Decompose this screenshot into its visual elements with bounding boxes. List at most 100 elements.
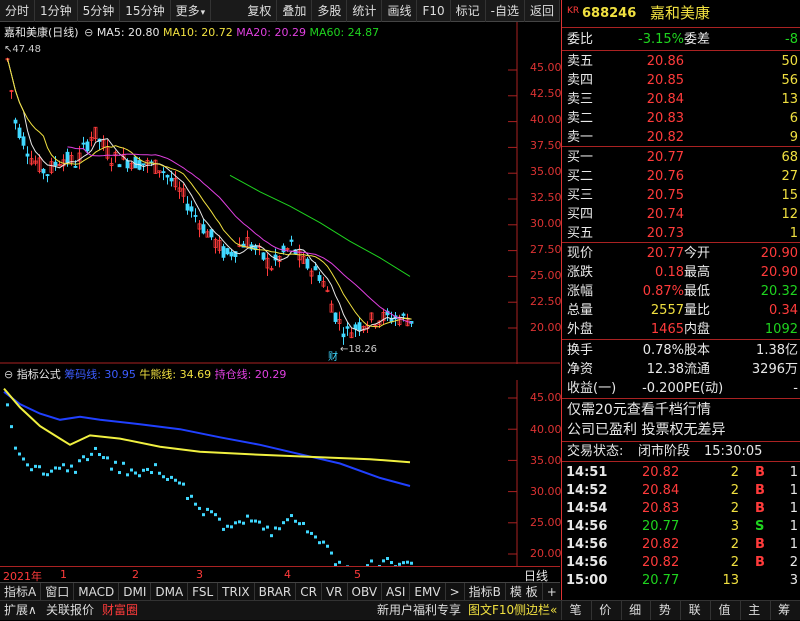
tab-dma[interactable]: DMA (151, 582, 189, 601)
tab-vr[interactable]: VR (322, 582, 348, 601)
y-tick: 40.00 (530, 113, 562, 126)
promo-row[interactable]: 仅需20元查看千档行情 (562, 401, 800, 420)
ask-volume: 56 (781, 73, 798, 88)
indicator-chart[interactable] (0, 380, 560, 566)
y-tick: 30.00 (530, 217, 562, 230)
ask-price: 20.83 (646, 111, 684, 126)
tick-count: 1 (789, 465, 798, 480)
back-button[interactable]: 返回 (525, 0, 560, 22)
new-user-promo[interactable]: 新用户福利专享 (377, 601, 461, 620)
tick-time: 14:56 (566, 537, 608, 552)
tab-window[interactable]: 窗口 (41, 582, 75, 601)
x-label-month: 2 (132, 568, 139, 581)
mark-button[interactable]: 标记 (451, 0, 486, 22)
stat-value: 20.90 (760, 246, 798, 261)
ask-level-label: 卖四 (567, 73, 594, 88)
bid-price: 20.77 (646, 150, 684, 165)
finance-label: 股本 (684, 343, 711, 358)
nav-button[interactable]: 笔 (561, 601, 589, 620)
nav-button[interactable]: 细 (620, 601, 649, 620)
tab-template[interactable]: 模 板 (506, 582, 543, 601)
tab-macd[interactable]: MACD (74, 582, 120, 601)
bid-volume: 68 (781, 150, 798, 165)
kline-chart[interactable]: ↖47.48 ←18.26 财 (0, 22, 560, 364)
stat-value: 0.18 (655, 265, 684, 280)
tab-trix[interactable]: TRIX (218, 582, 255, 601)
promo-text[interactable]: 仅需20元查看千档行情 (567, 401, 711, 420)
tick-row: 14:54 20.83 2 B 1 (562, 499, 800, 518)
trade-time: 15:30:05 (704, 444, 763, 459)
sidebar-toggle[interactable]: 侧边栏« (514, 601, 557, 620)
tick-price: 20.82 (642, 555, 680, 570)
multi-stock-button[interactable]: 多股 (312, 0, 348, 22)
finance-row: 净资 12.38 流通 3296万 (562, 360, 800, 379)
bid-row: 买五 20.73 1 (562, 224, 800, 243)
y-tick: 40.00 (530, 423, 562, 436)
ask-price: 20.85 (646, 73, 684, 88)
stat-row: 涨跌 0.18 最高 20.90 (562, 263, 800, 282)
draw-line-button[interactable]: 画线 (382, 0, 418, 22)
tab-indicator-a[interactable]: 指标A (0, 582, 42, 601)
bid-level-label: 买一 (567, 150, 594, 165)
wealth-circle-button[interactable]: 财富圈 (102, 601, 138, 620)
tab-asi[interactable]: ASI (382, 582, 411, 601)
tab-indicator-b[interactable]: 指标B (465, 582, 506, 601)
y-tick: 37.50 (530, 139, 562, 152)
y-tick: 35.00 (530, 165, 562, 178)
nav-button[interactable]: 值 (710, 601, 738, 620)
tab-dmi[interactable]: DMI (119, 582, 152, 601)
f10-button[interactable]: F10 (417, 0, 451, 22)
nav-button[interactable]: 联 (680, 601, 708, 620)
more-dropdown[interactable]: 更多 (171, 0, 212, 22)
low-marker: ←18.26 (340, 344, 377, 355)
tick-volume: 2 (730, 483, 739, 498)
nav-button[interactable]: 筹 (769, 601, 798, 620)
trade-state-label: 交易状态: (567, 444, 624, 459)
bid-row: 买二 20.76 27 (562, 167, 800, 186)
add-indicator-button[interactable]: + (543, 582, 562, 601)
stat-label: 涨跌 (567, 265, 594, 280)
y-tick: 45.00 (530, 61, 562, 74)
y-tick: 22.50 (530, 295, 562, 308)
nav-button[interactable]: 价 (590, 601, 619, 620)
tab-fsl[interactable]: FSL (188, 582, 219, 601)
related-quotes-button[interactable]: 关联报价 (46, 601, 94, 620)
tick-side: B (755, 555, 765, 570)
ask-price: 20.86 (646, 54, 684, 69)
event-marker[interactable]: 财 (328, 350, 338, 363)
status-bar: 扩展∧ 关联报价 财富圈 新用户福利专享 图文F10 侧边栏« 笔价细势联值主筹 (0, 600, 800, 620)
tab-1min[interactable]: 1分钟 (35, 0, 78, 22)
tab-cr[interactable]: CR (296, 582, 322, 601)
nav-button[interactable]: 主 (739, 601, 768, 620)
overlay-button[interactable]: 叠加 (277, 0, 313, 22)
statistics-button[interactable]: 统计 (347, 0, 383, 22)
tab-brar[interactable]: BRAR (255, 582, 297, 601)
tab-5min[interactable]: 5分钟 (78, 0, 121, 22)
tabs-next-arrow[interactable]: > (446, 582, 465, 601)
stat-label: 最低 (684, 284, 711, 299)
indicator-y-axis: 45.00 40.00 35.00 30.00 25.00 20.00 (518, 380, 562, 566)
tab-intraday[interactable]: 分时 (0, 0, 36, 22)
x-label-month: 1 (60, 568, 67, 581)
f10-graphic-button[interactable]: 图文F10 (468, 601, 514, 620)
remove-watchlist-button[interactable]: -自选 (486, 0, 525, 22)
adjust-button[interactable]: 复权 (242, 0, 278, 22)
ma20-line (67, 146, 412, 324)
tick-volume: 2 (730, 537, 739, 552)
finance-value: 3296万 (751, 362, 798, 377)
tab-obv[interactable]: OBV (348, 582, 383, 601)
bid-row: 买四 20.74 12 (562, 205, 800, 224)
nav-button[interactable]: 势 (650, 601, 678, 620)
expand-button[interactable]: 扩展∧ (4, 601, 37, 620)
tick-volume: 13 (722, 573, 739, 588)
bid-price: 20.73 (646, 226, 684, 241)
period-toolbar: 分时 1分钟 5分钟 15分钟 更多 复权 叠加 多股 统计 画线 F10 标记… (0, 0, 560, 22)
stat-value: 20.32 (760, 284, 798, 299)
tab-emv[interactable]: EMV (410, 582, 446, 601)
tick-count: 1 (789, 501, 798, 516)
tab-15min[interactable]: 15分钟 (120, 0, 171, 22)
high-marker: ↖47.48 (4, 44, 41, 55)
ask-level-label: 卖一 (567, 130, 594, 145)
tick-row: 15:00 20.77 13 3 (562, 571, 800, 590)
tick-side: B (755, 483, 765, 498)
